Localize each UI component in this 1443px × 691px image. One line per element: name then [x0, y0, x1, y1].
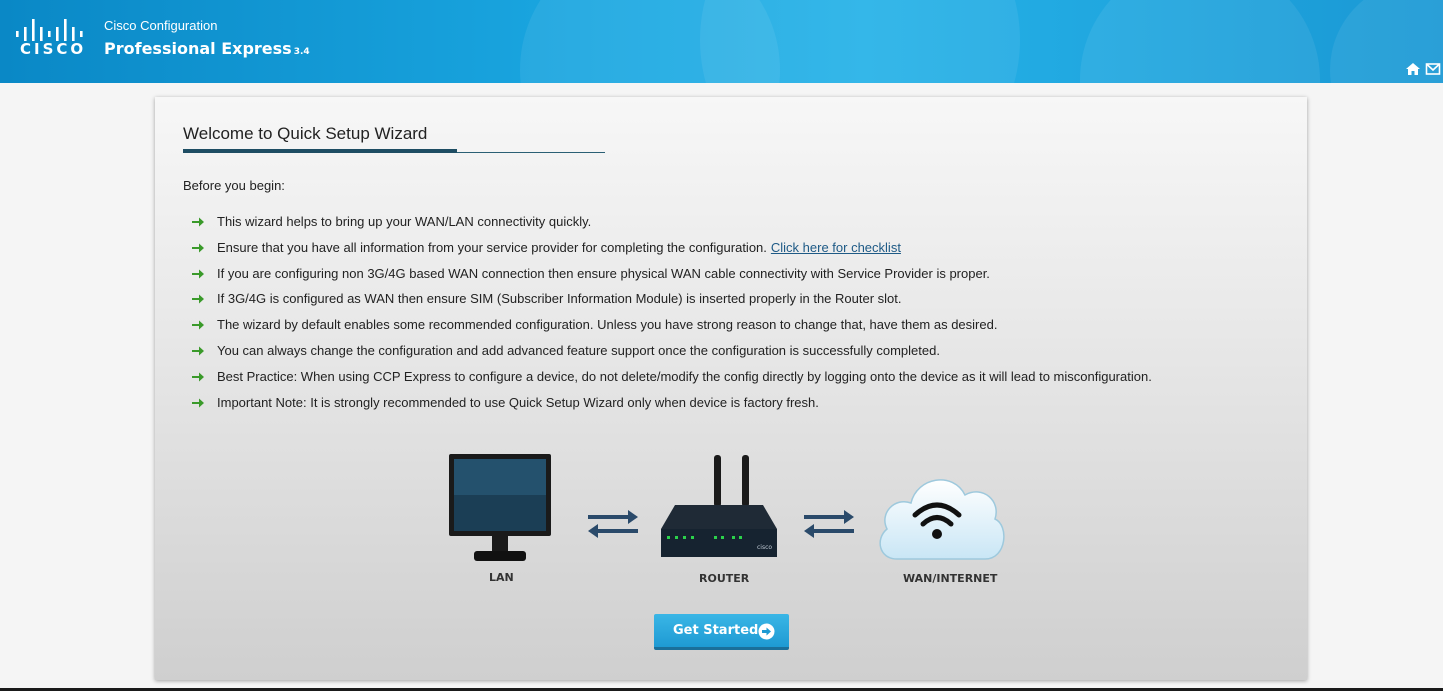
list-item-text: If 3G/4G is configured as WAN then ensur…	[217, 291, 902, 307]
list-item: If 3G/4G is configured as WAN then ensur…	[191, 291, 1152, 317]
list-item-text: The wizard by default enables some recom…	[217, 317, 998, 333]
checklist-link[interactable]: Click here for checklist	[771, 240, 901, 255]
app-title-name: Professional Express	[104, 39, 292, 58]
green-arrow-icon	[192, 269, 204, 279]
arrow-right-circle-icon	[758, 623, 775, 640]
get-started-button[interactable]: Get Started	[654, 614, 789, 650]
app-title-line2: Professional Express 3.4	[104, 39, 310, 58]
list-item: This wizard helps to bring up your WAN/L…	[191, 214, 1152, 240]
title-underline-accent	[183, 149, 457, 153]
green-arrow-icon	[192, 346, 204, 356]
header-decoration	[700, 0, 1020, 83]
router-icon: cisco	[661, 455, 777, 557]
cloud-wifi-icon	[879, 479, 1005, 560]
intro-text: Before you begin:	[183, 178, 285, 193]
header-decoration	[1080, 0, 1320, 83]
green-arrow-icon	[192, 320, 204, 330]
header-icons	[1405, 61, 1441, 77]
lan-label: LAN	[489, 571, 514, 584]
get-started-label: Get Started	[673, 623, 759, 638]
cisco-logo-text: CISCO	[20, 40, 87, 58]
monitor-icon	[449, 454, 551, 561]
green-arrow-icon	[192, 243, 204, 253]
list-item-text: Best Practice: When using CCP Express to…	[217, 368, 1152, 384]
list-item-text: Important Note: It is strongly recommend…	[217, 394, 819, 410]
list-item: You can always change the configuration …	[191, 343, 1152, 369]
bidirectional-arrow-icon	[804, 510, 854, 538]
green-arrow-icon	[192, 398, 204, 408]
list-item: Important Note: It is strongly recommend…	[191, 395, 1152, 421]
app-header: CISCO Cisco Configuration Professional E…	[0, 0, 1443, 83]
prerequisite-list: This wizard helps to bring up your WAN/L…	[191, 214, 1152, 420]
list-item-text: If you are configuring non 3G/4G based W…	[217, 265, 990, 281]
list-item-text: Ensure that you have all information fro…	[217, 239, 767, 255]
list-item: Best Practice: When using CCP Express to…	[191, 369, 1152, 395]
bidirectional-arrow-icon	[588, 510, 638, 538]
quick-setup-panel: Welcome to Quick Setup Wizard Before you…	[155, 97, 1307, 680]
list-item: If you are configuring non 3G/4G based W…	[191, 266, 1152, 292]
app-title-line1: Cisco Configuration	[104, 18, 218, 33]
mail-icon[interactable]	[1425, 61, 1441, 77]
app-version: 3.4	[293, 47, 310, 57]
router-brand-text: cisco	[757, 544, 772, 551]
list-item-text: This wizard helps to bring up your WAN/L…	[217, 214, 592, 229]
list-item-text: You can always change the configuration …	[217, 342, 940, 358]
router-label: ROUTER	[699, 572, 750, 585]
list-item: Ensure that you have all information fro…	[191, 240, 1152, 266]
home-icon[interactable]	[1405, 61, 1421, 77]
list-item: The wizard by default enables some recom…	[191, 317, 1152, 343]
wan-internet-label: WAN/INTERNET	[903, 572, 998, 585]
page-title: Welcome to Quick Setup Wizard	[183, 124, 428, 143]
green-arrow-icon	[192, 217, 204, 227]
green-arrow-icon	[192, 294, 204, 304]
app-window: CISCO Cisco Configuration Professional E…	[0, 0, 1443, 691]
green-arrow-icon	[192, 372, 204, 382]
